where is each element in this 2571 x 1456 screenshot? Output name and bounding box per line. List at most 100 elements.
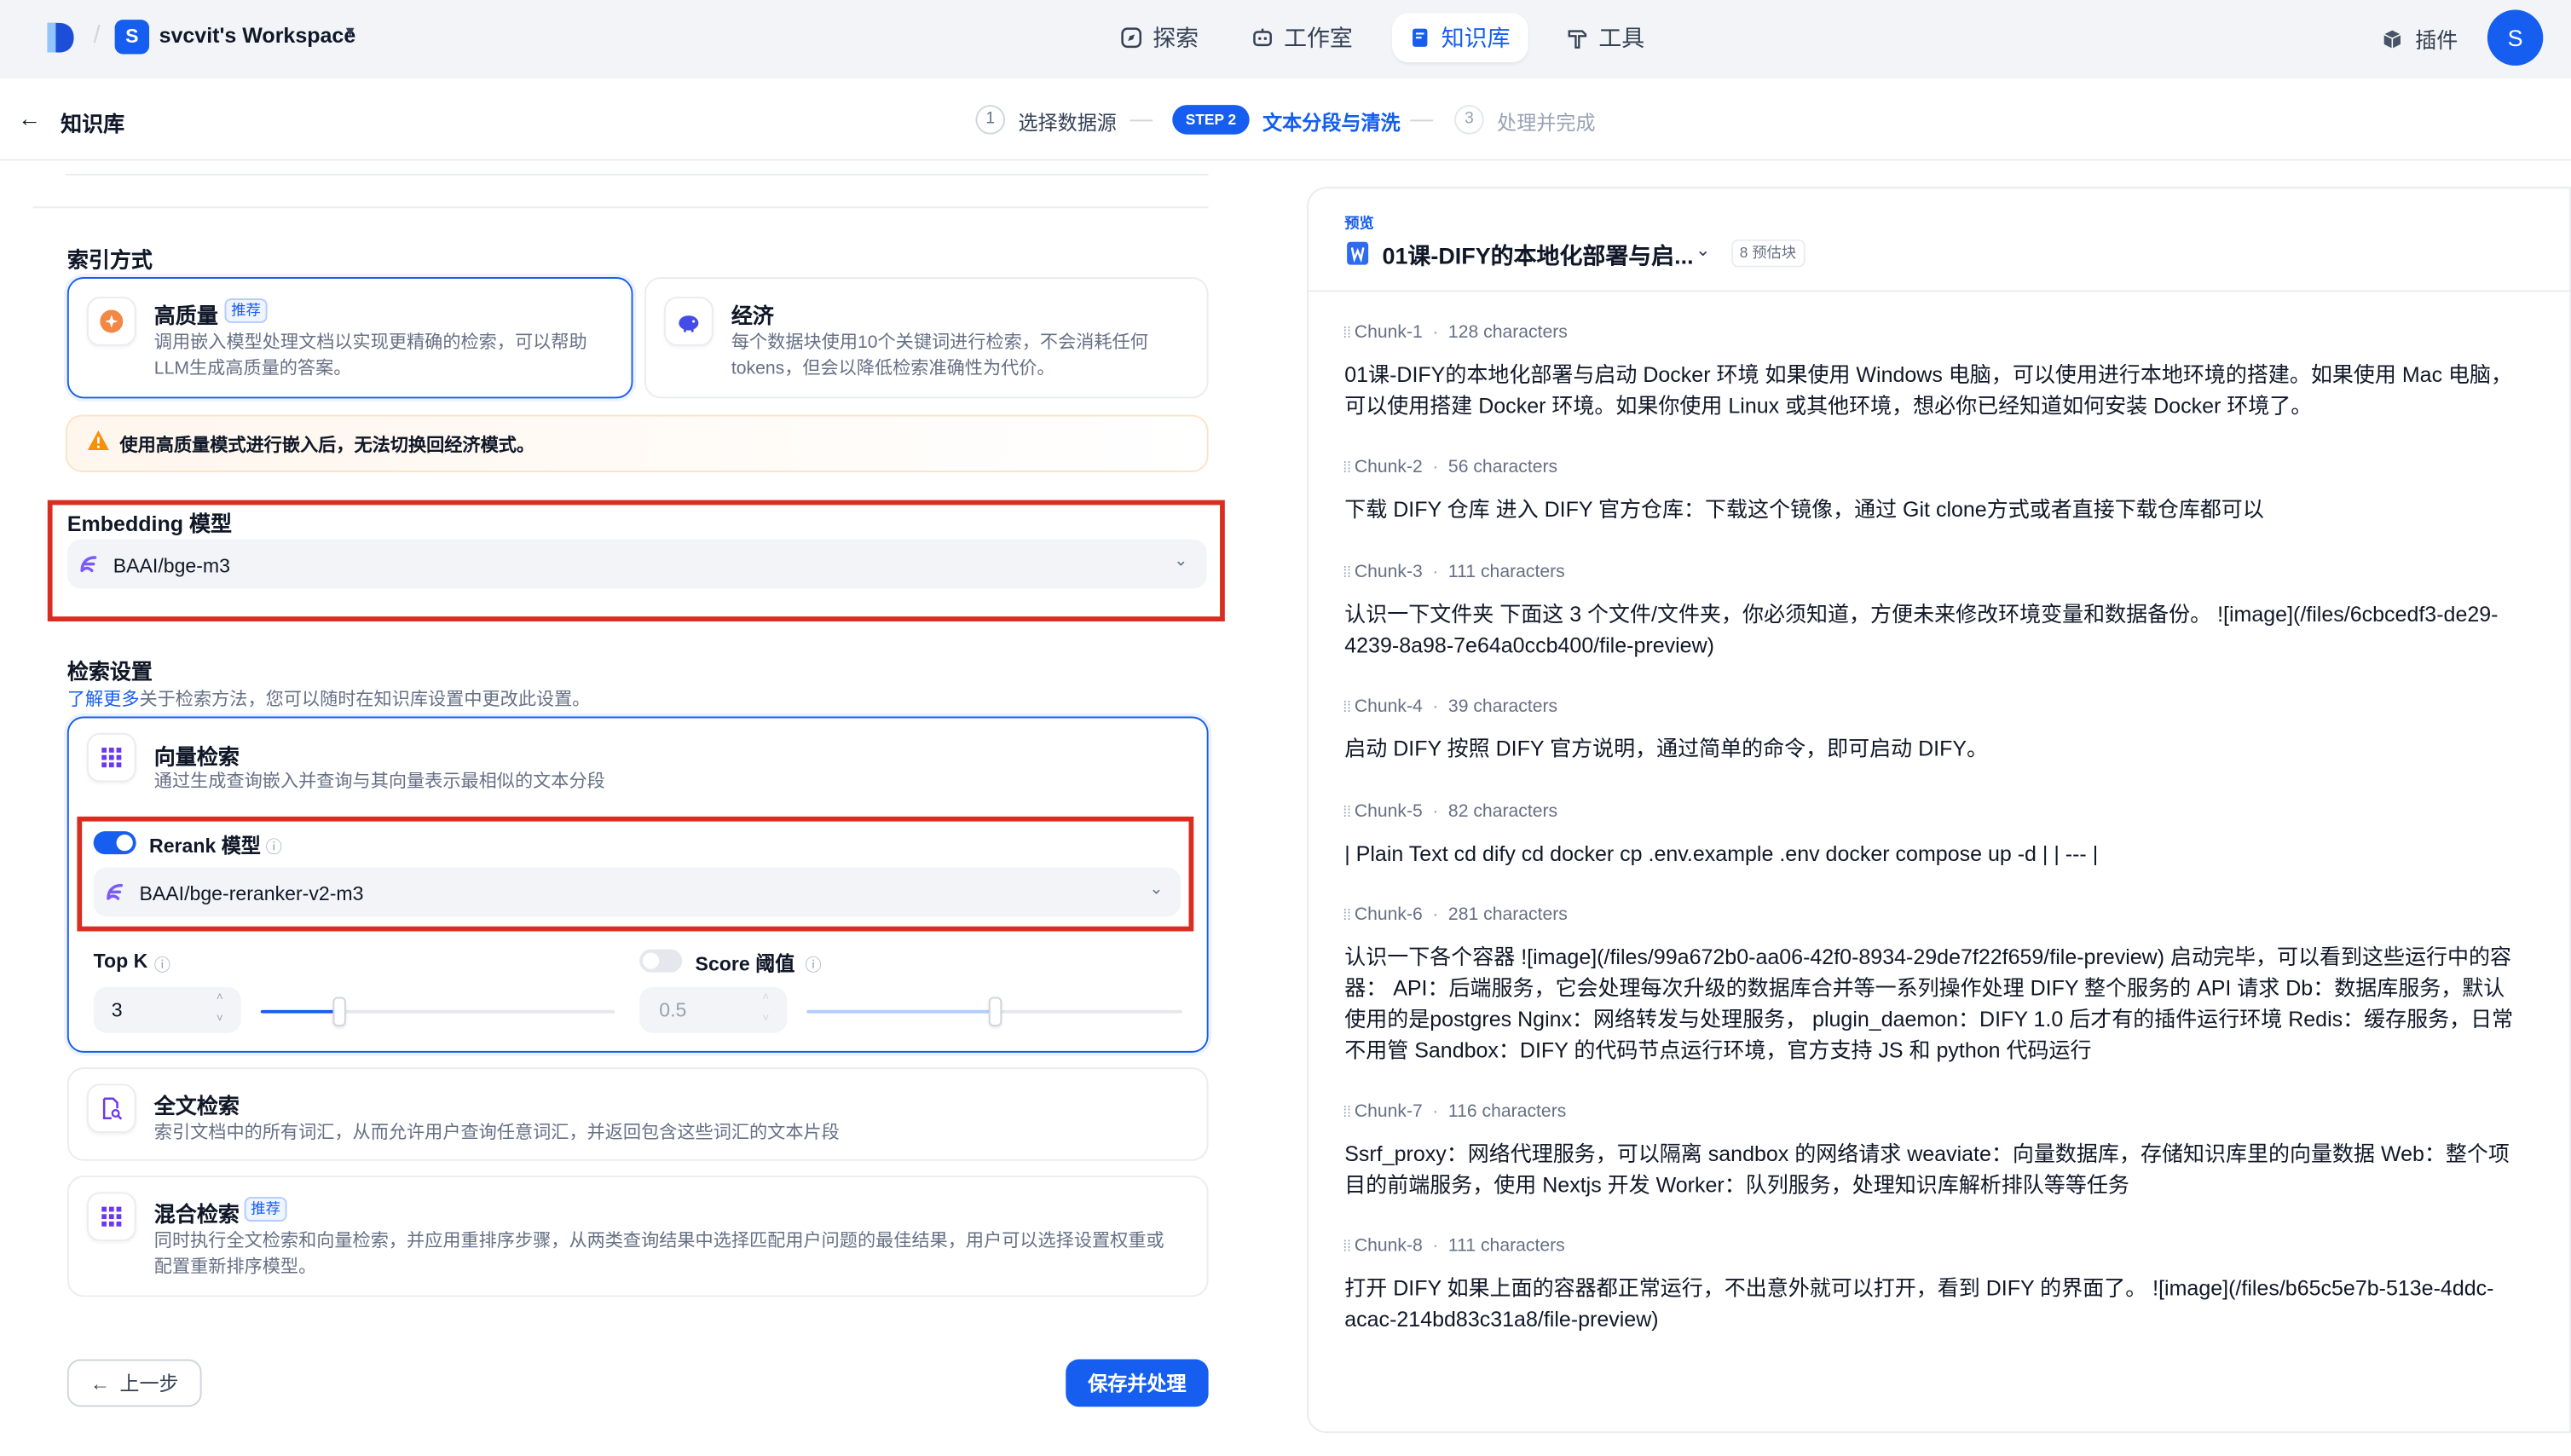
- chunk-meta: ⁞⁞ Chunk-5 · 82 characters: [1343, 802, 1557, 822]
- prev-step-button[interactable]: ← 上一步: [66, 1359, 202, 1407]
- nav-studio-label: 工作室: [1284, 24, 1353, 51]
- chunk-text: 认识一下文件夹 下面这 3 个文件/文件夹，你必须知道，方便未来修改环境变量和数…: [1344, 601, 2499, 658]
- hybrid-title: 混合检索: [153, 1201, 240, 1227]
- dify-logo-icon[interactable]: [46, 21, 76, 54]
- workspace-name[interactable]: svcvit's Workspace: [159, 23, 356, 48]
- compass-icon: [1121, 27, 1142, 49]
- high-quality-title: 高质量: [153, 303, 218, 328]
- step-2-badge: STEP 2: [1172, 105, 1250, 135]
- chunk-meta: ⁞⁞ Chunk-6 · 281 characters: [1343, 905, 1568, 925]
- recommend-badge: 推荐: [224, 298, 268, 323]
- preview-document-title[interactable]: 01课-DIFY的本地化部署与启...: [1382, 240, 1693, 272]
- back-arrow-icon[interactable]: ←: [18, 105, 41, 131]
- save-and-process-button[interactable]: 保存并处理: [1066, 1359, 1209, 1407]
- nav-explore-label: 探索: [1153, 24, 1199, 51]
- meta-dot: ·: [1432, 904, 1439, 925]
- robot-icon: [1253, 28, 1272, 47]
- vector-grid-icon: [101, 748, 122, 768]
- preview-label: 预览: [1344, 214, 1374, 232]
- chunk-grid-icon: ⁞⁞: [1343, 459, 1351, 476]
- chunk-char-count: 56 characters: [1447, 457, 1558, 477]
- chunk-text: 下载 DIFY 仓库 进入 DIFY 官方仓库：下载这个镜像，通过 Git cl…: [1344, 496, 2264, 522]
- chunk-text: 01课-DIFY的本地化部署与启动 Docker 环境 如果使用 Windows…: [1344, 362, 2513, 419]
- step-2-label: 文本分段与清洗: [1262, 111, 1401, 135]
- retrieval-desc-text: 关于检索方法，您可以随时在知识库设置中更改此设置。: [139, 690, 591, 710]
- vector-search-desc: 通过生成查询嵌入并查询与其向量表示最相似的文本分段: [153, 771, 605, 793]
- chunk-id: Chunk-7: [1354, 1101, 1423, 1122]
- score-threshold-slider-handle[interactable]: [987, 997, 1002, 1027]
- chevron-down-icon[interactable]: ⌄: [1149, 881, 1163, 898]
- divider: [32, 206, 1209, 209]
- chunk-meta: ⁞⁞ Chunk-3 · 111 characters: [1343, 563, 1564, 582]
- step-3-number: 3: [1454, 105, 1484, 135]
- help-circle-icon[interactable]: ⓘ: [805, 951, 821, 975]
- meta-dot: ·: [1432, 322, 1439, 343]
- chunk-grid-icon: ⁞⁞: [1343, 906, 1351, 923]
- recommend-badge: 推荐: [244, 1197, 287, 1222]
- hybrid-grid-icon: [101, 1206, 122, 1227]
- chevron-down-icon[interactable]: ⌄: [1174, 552, 1187, 570]
- index-method-title: 索引方式: [66, 247, 153, 273]
- nav-knowledge[interactable]: 知识库: [1392, 13, 1528, 63]
- plugin-label: 插件: [2415, 27, 2458, 53]
- rerank-toggle[interactable]: [93, 831, 136, 855]
- topk-slider-handle[interactable]: [332, 997, 345, 1027]
- chunk-id: Chunk-4: [1354, 696, 1423, 717]
- chunk-grid-icon: ⁞⁞: [1343, 698, 1351, 715]
- step-3-label: 处理并完成: [1497, 111, 1596, 135]
- prev-step-label: 上一步: [119, 1372, 179, 1395]
- plugin-button[interactable]: 插件: [2381, 23, 2458, 55]
- arrow-left-icon: ←: [90, 1371, 110, 1395]
- nav-tools-label: 工具: [1598, 24, 1645, 51]
- nav-knowledge-label: 知识库: [1441, 24, 1511, 51]
- warning-triangle-icon: [87, 430, 109, 450]
- help-circle-icon[interactable]: ⓘ: [154, 951, 170, 975]
- stepper-arrows-icon[interactable]: ˄ ˅: [762, 987, 769, 1030]
- vector-search-title: 向量检索: [153, 744, 240, 770]
- workspace-avatar[interactable]: S: [114, 20, 150, 55]
- step-divider: [1410, 119, 1434, 122]
- high-quality-desc: 调用嵌入模型处理文档以实现更精确的检索，可以帮助LLM生成高质量的答案。: [153, 332, 587, 379]
- chunk-meta: ⁞⁞ Chunk-8 · 111 characters: [1343, 1236, 1564, 1256]
- back-to-knowledge[interactable]: 知识库: [61, 107, 124, 138]
- chunk-meta: ⁞⁞ Chunk-7 · 116 characters: [1343, 1102, 1566, 1122]
- chunk-char-count: 128 characters: [1447, 322, 1568, 343]
- step-1-label: 选择数据源: [1018, 111, 1117, 135]
- step-1-number: 1: [975, 105, 1006, 135]
- nav-studio[interactable]: 工作室: [1234, 13, 1369, 62]
- chunk-meta: ⁞⁞ Chunk-1 · 128 characters: [1343, 323, 1568, 343]
- vector-icon-wrap: [86, 732, 136, 783]
- estimated-chunks-badge: 8 预估块: [1731, 239, 1805, 268]
- nav-explore[interactable]: 探索: [1103, 13, 1215, 62]
- cube-icon: [2383, 29, 2401, 48]
- topk-label: Top K: [93, 949, 148, 973]
- nav-tools[interactable]: 工具: [1550, 13, 1661, 62]
- rerank-label: Rerank 模型: [149, 835, 261, 858]
- chunk-char-count: 281 characters: [1447, 904, 1568, 925]
- learn-more-link[interactable]: 了解更多: [67, 690, 140, 710]
- document-chevron-down-icon[interactable]: ⌄: [1696, 240, 1711, 261]
- chunk-grid-icon: ⁞⁞: [1343, 803, 1351, 820]
- meta-dot: ·: [1432, 1101, 1439, 1122]
- stepper-arrows-icon[interactable]: ˄ ˅: [217, 987, 223, 1030]
- score-threshold-toggle[interactable]: [639, 949, 683, 973]
- help-circle-icon[interactable]: ⓘ: [266, 833, 282, 858]
- retrieval-desc: 了解更多关于检索方法，您可以随时在知识库设置中更改此设置。: [67, 685, 591, 712]
- chunk-id: Chunk-1: [1354, 322, 1423, 343]
- chunk-text: 打开 DIFY 如果上面的容器都正常运行，不出意外就可以打开，看到 DIFY 的…: [1344, 1275, 2494, 1332]
- user-avatar[interactable]: S: [2487, 9, 2544, 66]
- chunk-char-count: 111 characters: [1447, 1236, 1565, 1257]
- score-threshold-label: Score 阈值: [695, 952, 795, 976]
- hybrid-desc: 同时执行全文检索和向量检索，并应用重排序步骤，从两类查询结果中选择匹配用户问题的…: [153, 1231, 1164, 1278]
- fulltext-title: 全文检索: [153, 1093, 240, 1118]
- chunk-meta: ⁞⁞ Chunk-4 · 39 characters: [1343, 696, 1557, 716]
- chunk-id: Chunk-8: [1354, 1236, 1423, 1257]
- chunk-char-count: 111 characters: [1447, 562, 1565, 582]
- fulltext-icon-wrap: [86, 1083, 136, 1134]
- economy-desc: 每个数据块使用10个关键词进行检索，不会消耗任何 tokens，但会以降低检索准…: [731, 332, 1148, 379]
- chunk-id: Chunk-5: [1354, 801, 1423, 822]
- embedding-model-select[interactable]: [66, 539, 1207, 589]
- chunk-text: 认识一下各个容器 ![image](/files/99a672b0-aa06-4…: [1344, 944, 2514, 1063]
- chunk-grid-icon: ⁞⁞: [1343, 563, 1351, 581]
- workspace-chevron-down-icon[interactable]: ▾: [346, 23, 355, 41]
